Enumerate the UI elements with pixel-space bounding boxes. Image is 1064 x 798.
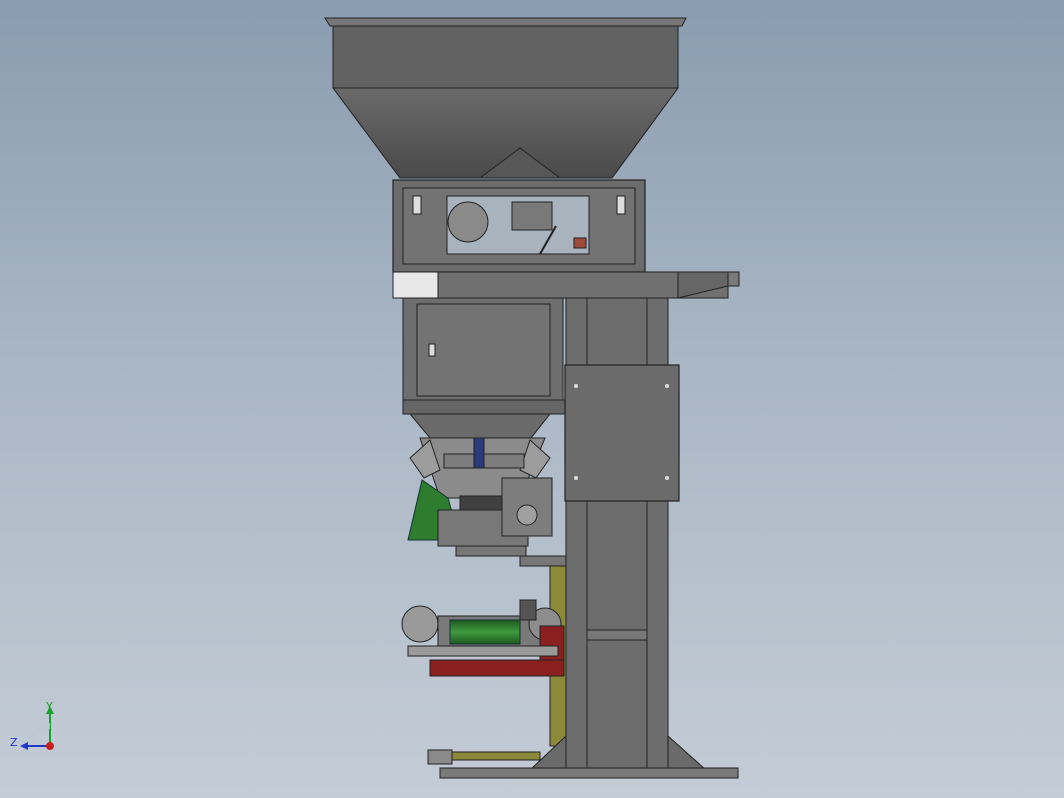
z-arrow-icon [20, 742, 28, 750]
weigh-box [392, 179, 646, 273]
cad-viewport[interactable]: Y Z [0, 0, 1064, 798]
packing-machine-model[interactable]: Y Z [0, 0, 1064, 798]
upper-shelf [392, 271, 740, 299]
y-axis-label: Y [45, 700, 53, 713]
z-axis-label: Z [10, 736, 18, 749]
bag-clamp-assembly [407, 437, 567, 567]
control-cabinet [564, 364, 680, 502]
top-hopper [324, 17, 687, 179]
origin-icon [46, 742, 54, 750]
coordinate-triad: Y Z [10, 700, 54, 750]
sewing-conveyor [401, 565, 567, 747]
